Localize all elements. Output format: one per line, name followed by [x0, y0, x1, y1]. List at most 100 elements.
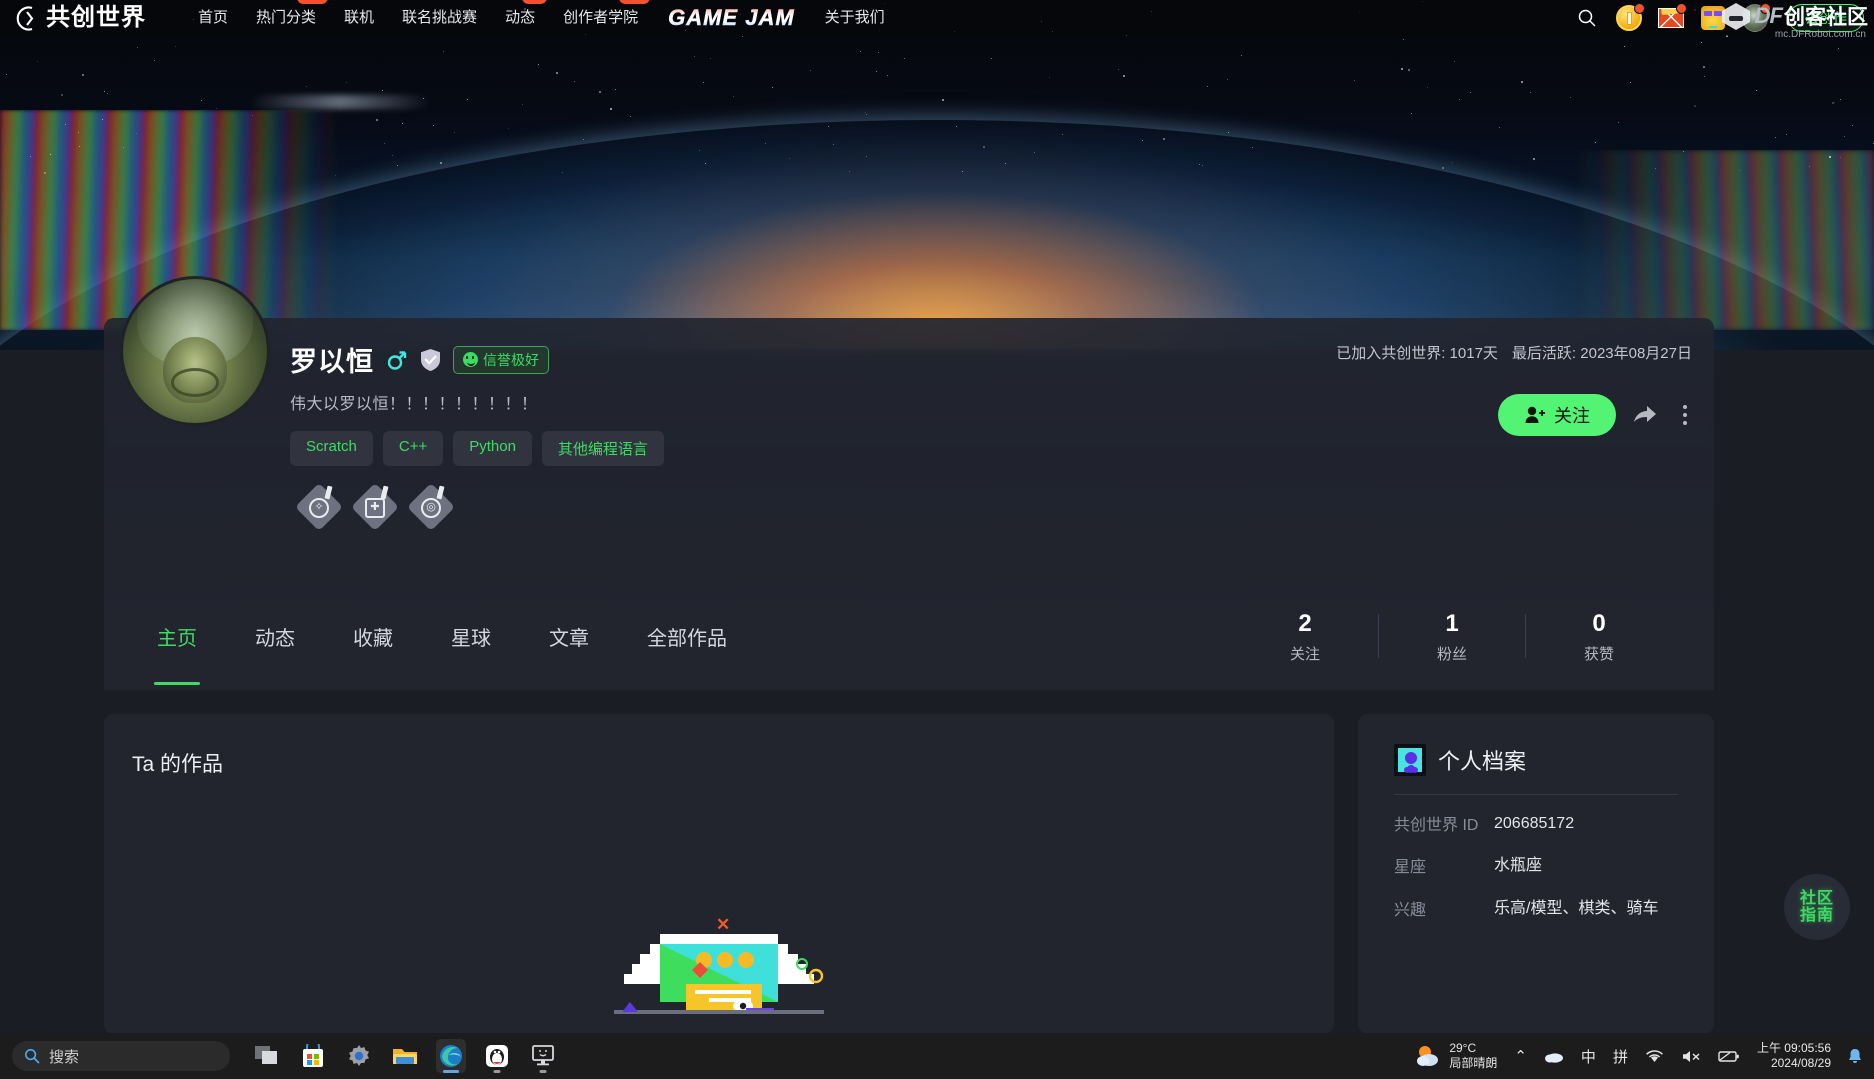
- guide-line-2: 指南: [1799, 907, 1834, 924]
- stat-followers[interactable]: 1 粉丝: [1379, 609, 1525, 664]
- clock-time: 上午 09:05:56: [1756, 1041, 1831, 1055]
- main-navbar: 共创世界 首页 热门分类 NEW 联机 联名挑战赛 动态 99+ 创作者学院 N…: [0, 0, 1874, 40]
- info-value-id: 206685172: [1494, 815, 1575, 832]
- notification-bell-icon[interactable]: [1848, 1048, 1862, 1064]
- clock-date: 2024/08/29: [1770, 1056, 1831, 1070]
- qq-icon[interactable]: [482, 1039, 512, 1073]
- more-vertical-icon[interactable]: [1674, 402, 1696, 428]
- status-badge[interactable]: 信誉极好: [453, 345, 549, 374]
- svg-text:✕: ✕: [716, 915, 730, 934]
- stat-following-value: 2: [1298, 609, 1312, 637]
- info-key-interests: 兴趣: [1394, 901, 1427, 919]
- taskbar-tray: 29°C 局部晴朗 ⌃ 中 拼 上午 09:05:56 2024/08/29: [1415, 1041, 1874, 1071]
- coin-icon[interactable]: [1616, 3, 1645, 31]
- settings-icon[interactable]: [344, 1039, 374, 1073]
- user-plus-icon: [1525, 406, 1545, 423]
- file-explorer-icon[interactable]: [390, 1039, 420, 1073]
- tag-cpp[interactable]: C++: [382, 431, 444, 466]
- search-icon: [24, 1048, 40, 1064]
- stat-following[interactable]: 2 关注: [1232, 609, 1378, 664]
- joined-days: 已加入共创世界: 1017天: [1336, 345, 1498, 362]
- wifi-icon[interactable]: [1645, 1049, 1664, 1064]
- remote-desktop-icon[interactable]: [528, 1039, 558, 1073]
- chevron-up-icon[interactable]: ⌃: [1514, 1047, 1527, 1065]
- tab-home[interactable]: 主页: [128, 622, 226, 651]
- info-key-zodiac: 星座: [1394, 859, 1427, 877]
- tab-feed[interactable]: 动态: [226, 622, 324, 651]
- ime-chinese-icon[interactable]: 中: [1581, 1046, 1596, 1067]
- search-input[interactable]: 搜索: [12, 1041, 230, 1071]
- tab-favorites[interactable]: 收藏: [324, 622, 422, 651]
- avatar[interactable]: [120, 276, 270, 426]
- user-avatar-icon[interactable]: [1742, 3, 1771, 32]
- weather-desc: 局部晴朗: [1449, 1056, 1498, 1070]
- nav-links: 首页 热门分类 NEW 联机 联名挑战赛 动态 99+ 创作者学院 NEW GA…: [184, 0, 899, 36]
- tag-other-languages[interactable]: 其他编程语言: [541, 431, 664, 466]
- profile-card-icon: [1394, 744, 1426, 776]
- profile-achievements: ✧ ✚ ◎: [294, 482, 456, 532]
- task-view-icon[interactable]: [252, 1039, 282, 1073]
- tab-articles[interactable]: 文章: [520, 622, 618, 651]
- clock[interactable]: 上午 09:05:56 2024/08/29: [1757, 1041, 1831, 1071]
- male-icon: [386, 349, 408, 371]
- stat-followers-label: 粉丝: [1436, 645, 1467, 663]
- microsoft-store-icon[interactable]: [298, 1039, 328, 1073]
- nav-item-feed[interactable]: 动态 99+: [491, 0, 549, 36]
- tag-python[interactable]: Python: [453, 431, 532, 466]
- toolbox-badge-icon[interactable]: ✚: [350, 482, 400, 532]
- follow-button-label: 关注: [1554, 406, 1590, 426]
- nav-item-game-jam[interactable]: GAME JAM: [652, 0, 811, 36]
- avatar-badge-dot: [1760, 3, 1771, 14]
- profile-tabbar: 主页 动态 收藏 星球 文章 全部作品 2 关注 1 粉丝 0 获赞: [104, 582, 1714, 690]
- nav-item-home[interactable]: 首页: [184, 0, 242, 36]
- profile-name-row: 罗以恒 信誉极好: [290, 340, 549, 379]
- volume-muted-icon[interactable]: [1681, 1049, 1701, 1064]
- compass-mark-icon: [14, 5, 39, 31]
- medal-badge-icon[interactable]: ✧: [294, 482, 344, 532]
- info-key-id: 共创世界 ID: [1394, 817, 1479, 834]
- stat-following-label: 关注: [1289, 645, 1320, 663]
- cloud-icon[interactable]: [1544, 1049, 1564, 1063]
- nav-badge-feed: 99+: [521, 0, 548, 4]
- tab-all-works[interactable]: 全部作品: [618, 622, 756, 651]
- follow-button[interactable]: 关注: [1498, 394, 1616, 436]
- search-placeholder: 搜索: [49, 1048, 80, 1066]
- info-row-zodiac: 星座 水瓶座: [1358, 837, 1714, 879]
- mail-badge-dot: [1676, 3, 1687, 14]
- joined-info: 已加入共创世界: 1017天 最后活跃: 2023年08月27日: [1336, 342, 1692, 363]
- site-logo[interactable]: 共创世界: [14, 6, 146, 31]
- weather-widget[interactable]: 29°C 局部晴朗: [1415, 1041, 1497, 1071]
- stat-likes[interactable]: 0 获赞: [1526, 609, 1672, 664]
- ime-pinyin-icon[interactable]: 拼: [1613, 1046, 1628, 1067]
- stat-followers-value: 1: [1445, 609, 1459, 637]
- battery-icon[interactable]: [1718, 1050, 1740, 1063]
- empty-state-illustration: ✕: [604, 912, 834, 1034]
- nav-item-categories[interactable]: 热门分类 NEW: [242, 0, 330, 36]
- reputation-label: 信誉极好: [483, 351, 539, 368]
- mail-icon[interactable]: [1658, 3, 1687, 31]
- partly-cloudy-icon: [1417, 1046, 1439, 1066]
- coin-badge-dot: [1634, 3, 1645, 14]
- share-icon[interactable]: [1632, 402, 1658, 428]
- info-value-zodiac: 水瓶座: [1494, 857, 1543, 875]
- banner-stars: [0, 0, 1874, 350]
- community-guide-button[interactable]: 社区 指南: [1784, 874, 1850, 940]
- nav-item-challenge[interactable]: 联名挑战赛: [388, 0, 491, 36]
- nav-badge-categories: NEW: [297, 0, 329, 4]
- nav-item-about[interactable]: 关于我们: [811, 0, 899, 36]
- target-badge-icon[interactable]: ◎: [406, 482, 456, 532]
- shield-check-icon: [420, 348, 441, 372]
- emoji-avatar-icon[interactable]: [1700, 5, 1726, 31]
- search-icon[interactable]: [1574, 5, 1600, 31]
- nav-item-multiplayer[interactable]: 联机: [330, 0, 388, 36]
- tab-planet[interactable]: 星球: [422, 622, 520, 651]
- edge-browser-icon[interactable]: [436, 1039, 466, 1073]
- tag-scratch[interactable]: Scratch: [290, 431, 373, 466]
- info-value-interests: 乐高/模型、棋类、骑车: [1494, 899, 1659, 917]
- nav-item-academy[interactable]: 创作者学院 NEW: [549, 0, 652, 36]
- info-row-interests: 兴趣 乐高/模型、棋类、骑车: [1358, 880, 1714, 922]
- personal-profile-panel: 个人档案 共创世界 ID 206685172 星座 水瓶座 兴趣 乐高/模型、棋…: [1358, 714, 1714, 1034]
- profile-actions: 关注: [1498, 394, 1696, 436]
- system-tray-icons: ⌃ 中 拼: [1514, 1046, 1740, 1067]
- create-button[interactable]: 去创作: [1788, 4, 1864, 32]
